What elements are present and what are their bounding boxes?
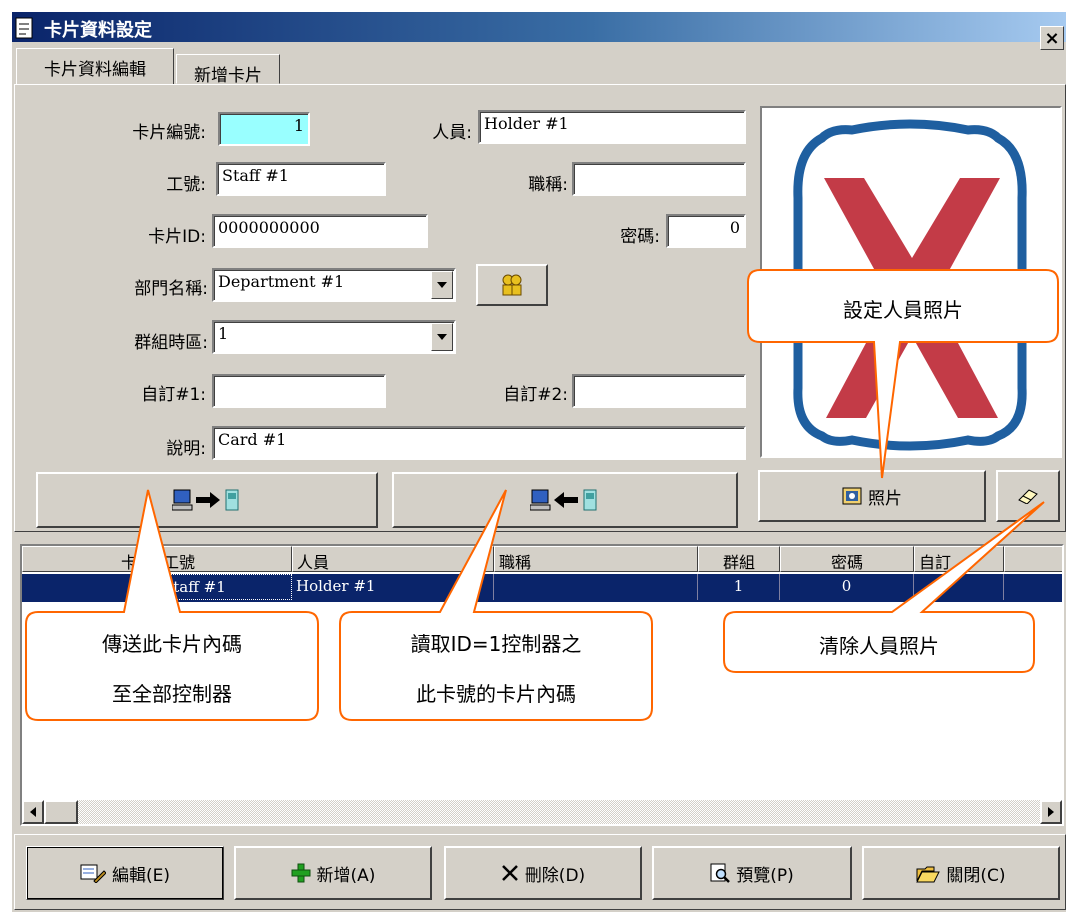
send-callout-text-1: 傳送此卡片內碼: [102, 632, 242, 656]
clear-photo-callout-text: 清除人員照片: [819, 634, 939, 658]
tab-card-edit[interactable]: 卡片資料編輯: [16, 48, 174, 84]
tab-label: 卡片資料編輯: [44, 60, 146, 80]
set-photo-callout-text: 設定人員照片: [843, 298, 963, 322]
send-callout-text-2: 至全部控制器: [112, 682, 232, 706]
read-callout-text-2: 此卡號的卡片內碼: [416, 682, 576, 706]
callout-overlay: [25, 269, 1059, 721]
read-callout-text-1: 讀取ID=1控制器之: [410, 632, 582, 656]
